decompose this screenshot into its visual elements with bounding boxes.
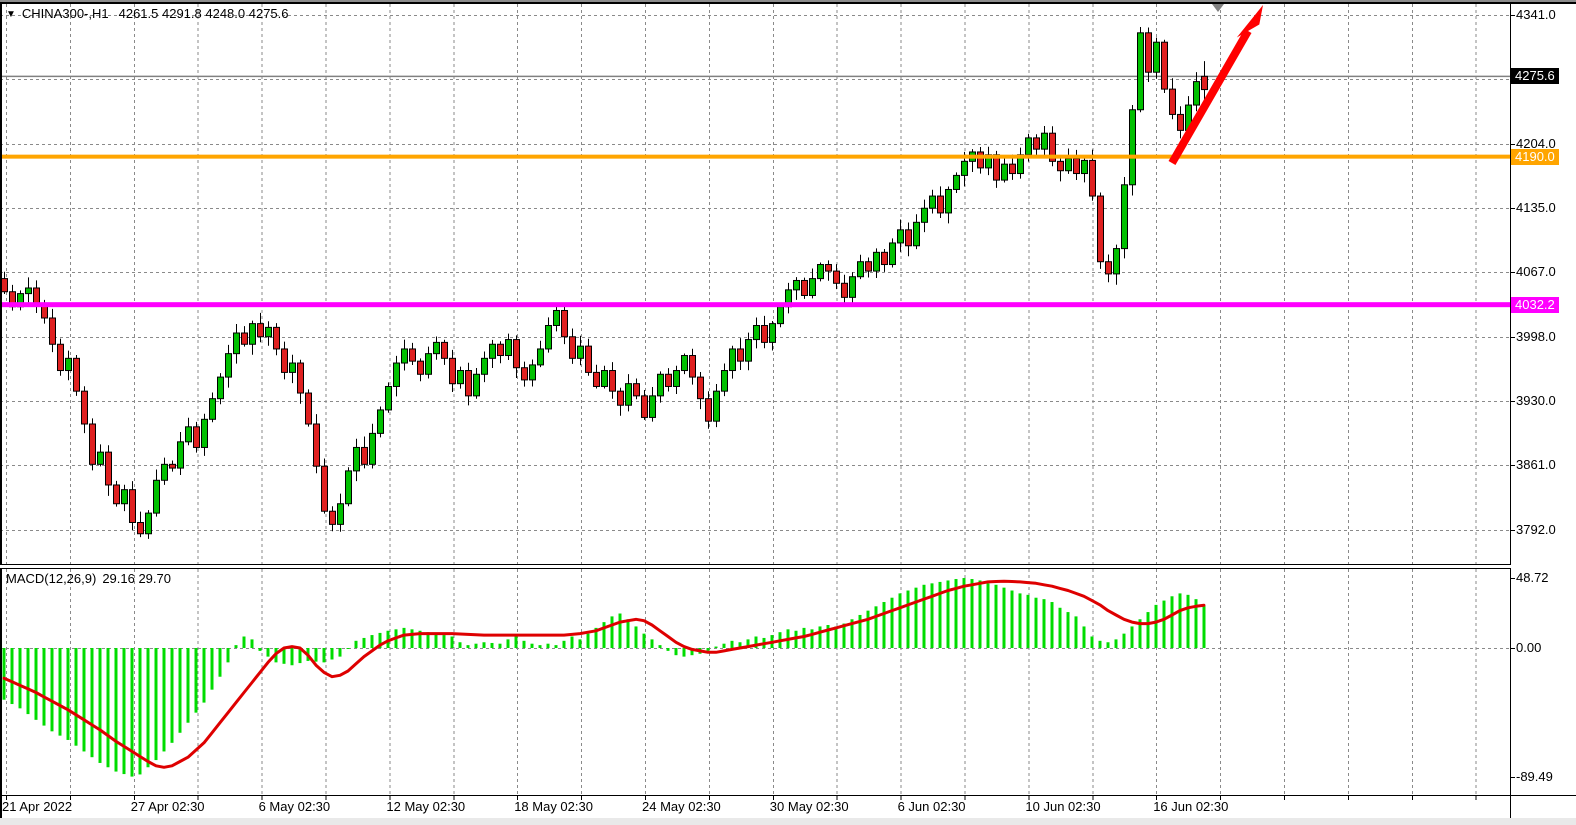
support-line-4032.2[interactable]	[0, 302, 1510, 307]
window-left-border	[0, 4, 2, 818]
axis-ticks	[0, 16, 1576, 801]
macd-histogram	[3, 578, 1206, 777]
resistance-line-4190.0[interactable]	[0, 155, 1510, 159]
gridlines	[0, 4, 1510, 795]
trend-arrow[interactable]	[1172, 5, 1263, 163]
panel-separator[interactable]	[0, 564, 1511, 569]
candlesticks	[2, 27, 1208, 539]
mt4-chart-window: ▼CHINA300-,H14261.5 4291.8 4248.0 4275.6…	[0, 0, 1576, 825]
price-axis-border	[1510, 4, 1511, 818]
chart-canvas[interactable]	[0, 0, 1576, 825]
window-bottom-edge	[0, 818, 1576, 825]
macd-signal-line	[4, 581, 1204, 767]
chart-shift-marker[interactable]	[1212, 4, 1224, 12]
